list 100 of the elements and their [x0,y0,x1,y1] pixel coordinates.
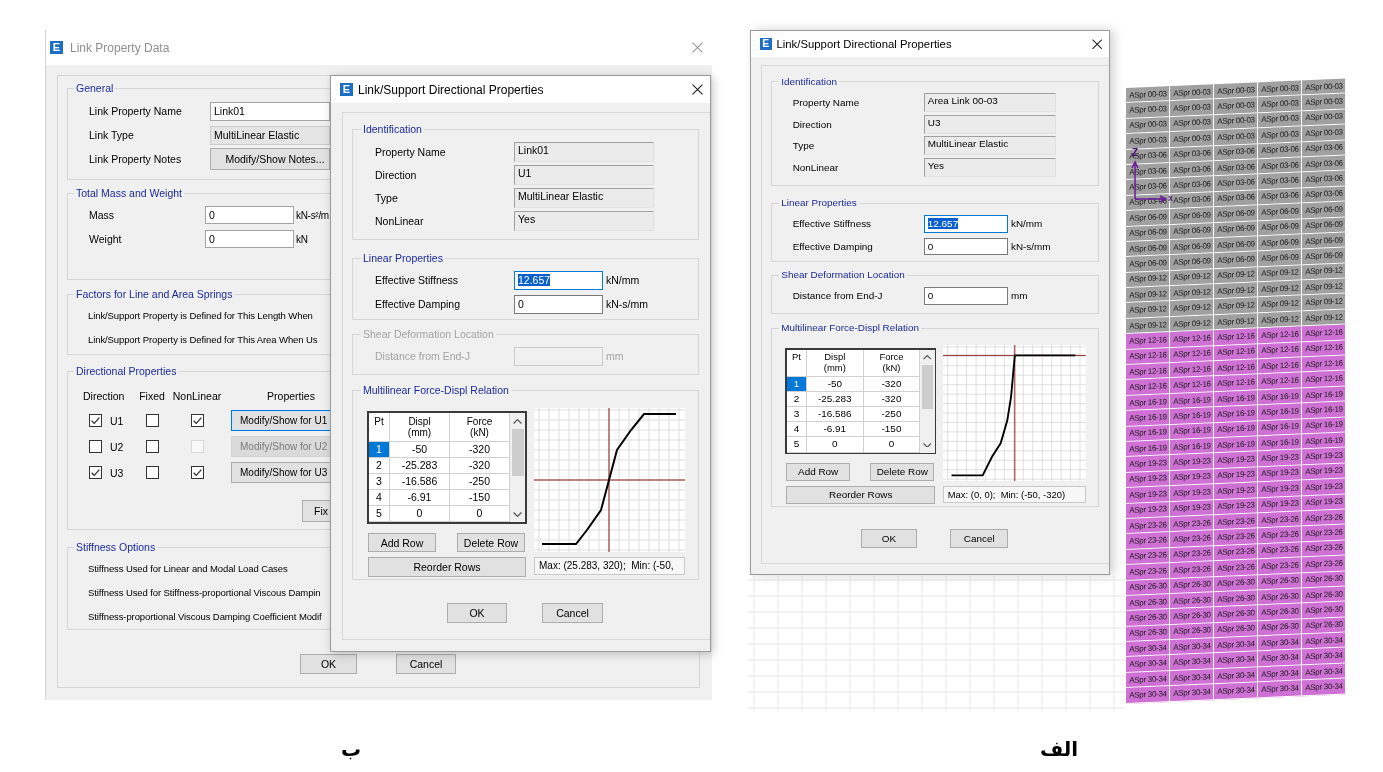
spring-label: ASpr 12-16 [1173,347,1211,361]
table-cell: -6.91 [390,490,450,506]
spring-label: ASpr 30-34 [1305,680,1343,694]
input-field[interactable]: 0 [924,237,1009,256]
checkmark-icon [91,469,100,476]
row-number-cell[interactable]: 5 [787,437,807,453]
row-number-cell[interactable]: 2 [369,458,390,474]
fix-button[interactable]: Fix [302,500,331,522]
scrollbar-thumb[interactable] [511,429,524,476]
spring-label: ASpr 23-26 [1173,532,1211,545]
spring-label: ASpr 19-23 [1129,488,1167,501]
row-number-cell[interactable]: 5 [369,506,390,522]
modify-show-button[interactable]: Modify/Show for U3 [231,462,331,483]
close-icon[interactable] [692,84,703,95]
checkbox[interactable] [145,440,159,453]
row-number-cell[interactable]: 3 [369,474,390,490]
spring-label: ASpr 09-12 [1217,299,1255,313]
spring-label: ASpr 03-06 [1261,189,1299,203]
ok-button[interactable]: OK [860,529,918,548]
spring-label: ASpr 26-30 [1217,607,1255,620]
reorder-rows-button[interactable]: Reorder Rows [786,485,936,505]
spring-label: ASpr 03-06 [1129,180,1167,193]
unit-label: mm [606,350,624,362]
spring-label: ASpr 12-16 [1261,359,1299,372]
input-field[interactable]: 0 [514,294,603,314]
chevron-down-icon[interactable] [923,442,932,448]
checkbox[interactable] [89,466,102,479]
text-field[interactable]: Link01 [210,101,330,121]
spring-label: ASpr 30-34 [1261,682,1299,695]
notes-button[interactable]: Modify/Show Notes... [210,148,330,170]
group-title: Multilinear Force-Displ Relation [779,321,921,335]
scrollbar[interactable] [920,349,935,453]
spring-label: ASpr 19-23 [1261,482,1299,495]
readonly-field: MultiLinear Elastic [924,136,1057,156]
spring-label: ASpr 03-06 [1305,141,1343,155]
scrollbar[interactable] [510,413,525,522]
ok-button[interactable]: OK [300,654,357,674]
spring-label: ASpr 26-30 [1305,603,1343,617]
spring-label: ASpr 00-03 [1173,116,1211,130]
spring-label: ASpr 03-06 [1173,178,1211,191]
text-field[interactable]: 0 [205,230,294,248]
chevron-up-icon[interactable] [923,354,932,360]
spring-label: ASpr 23-26 [1305,557,1343,570]
readonly-field: Area Link 00-03 [924,92,1057,112]
spring-label: ASpr 06-09 [1173,224,1211,238]
row-number-cell[interactable]: 1 [369,442,390,458]
spring-label: ASpr 09-12 [1129,272,1167,286]
cancel-button[interactable]: Cancel [542,603,603,623]
row-number-cell[interactable]: 2 [787,392,807,408]
row-number-cell[interactable]: 4 [369,490,390,506]
spring-label: ASpr 03-06 [1173,193,1211,207]
spring-label: ASpr 26-30 [1173,609,1211,622]
spring-label: ASpr 09-12 [1305,280,1343,293]
input-field[interactable]: 12.657 [514,270,603,290]
table-cell: -250 [863,407,921,423]
cancel-button[interactable]: Cancel [950,529,1009,548]
add-row-button[interactable]: Add Row [368,533,436,552]
chevron-up-icon[interactable] [513,418,522,424]
spring-label: ASpr 09-12 [1217,314,1255,328]
checkbox[interactable] [89,440,102,453]
row-number-cell[interactable]: 4 [787,422,807,438]
scrollbar-thumb[interactable] [921,364,934,410]
spring-label: ASpr 00-03 [1305,95,1343,109]
unit-label: kN/mm [606,274,640,286]
spring-label: ASpr 00-03 [1173,86,1211,99]
ok-button[interactable]: OK [447,603,507,623]
spring-label: ASpr 03-06 [1217,176,1255,190]
spring-label: ASpr 09-12 [1305,295,1343,309]
input-field[interactable]: 0 [924,286,1009,305]
spring-label: ASpr 16-19 [1173,393,1211,407]
spring-label: ASpr 30-34 [1261,651,1299,665]
checkmark-icon [91,417,100,424]
reorder-rows-button[interactable]: Reorder Rows [368,557,526,577]
chevron-down-icon[interactable] [513,511,522,517]
modify-show-button[interactable]: Modify/Show for U1 [231,410,331,431]
add-row-button[interactable]: Add Row [786,462,851,481]
checkbox[interactable] [190,414,204,427]
checkbox[interactable] [145,414,159,427]
text-field[interactable]: 0 [205,206,294,224]
checkbox[interactable] [89,414,102,427]
row-number-cell[interactable]: 3 [787,407,807,423]
delete-row-button[interactable]: Delete Row [457,533,525,552]
table-cell: 0 [390,506,450,522]
spring-label: ASpr 06-09 [1173,255,1211,268]
spring-label: ASpr 19-23 [1305,465,1343,478]
checkbox[interactable] [190,466,204,479]
spring-label: ASpr 30-34 [1173,655,1211,669]
checkbox[interactable] [145,466,159,479]
spring-label: ASpr 16-19 [1261,389,1299,403]
delete-row-button[interactable]: Delete Row [870,462,935,481]
spring-label: ASpr 00-03 [1261,128,1299,141]
spring-label: ASpr 00-03 [1261,82,1299,95]
spring-label: ASpr 30-34 [1173,640,1211,653]
spring-label: ASpr 06-09 [1217,237,1255,251]
input-field[interactable]: 12.657 [924,214,1009,233]
table-cell: -50 [390,442,450,458]
cancel-button[interactable]: Cancel [396,654,456,674]
table-cell: 0 [450,506,510,522]
spring-label: ASpr 26-30 [1129,626,1167,640]
close-icon[interactable] [1092,38,1103,49]
